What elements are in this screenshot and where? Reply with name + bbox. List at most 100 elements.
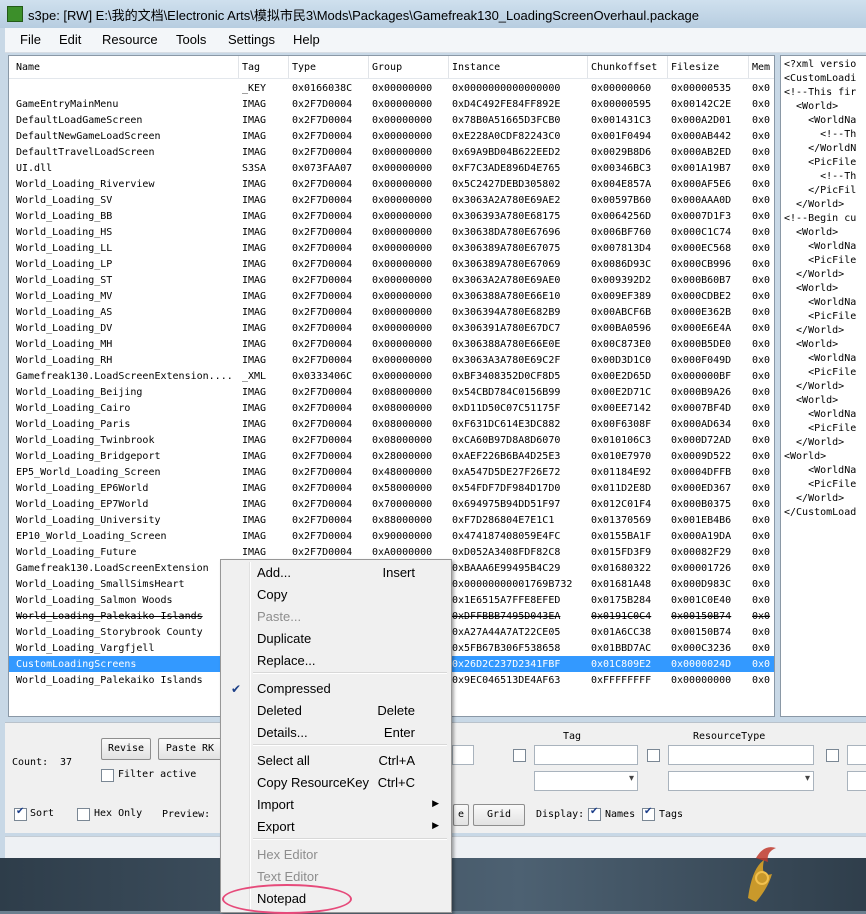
table-row[interactable]: DefaultNewGameLoadScreen IMAG 0x2F7D0004 0x… xyxy=(9,128,774,144)
table-row[interactable]: World_Loading_SV IMAG 0x2F7D0004 0x00000000… xyxy=(9,192,774,208)
table-row[interactable]: World_Loading_ST IMAG 0x2F7D0004 0x00000000… xyxy=(9,272,774,288)
table-row[interactable]: World_Loading_LL IMAG 0x2F7D0004 0x00000000… xyxy=(9,240,774,256)
menu-item-select-all[interactable]: Select all Ctrl+A xyxy=(223,750,449,772)
cell-group: 0x08000000 xyxy=(372,435,433,446)
cell-tag: _XML xyxy=(242,371,267,382)
display-tags-checkbox[interactable] xyxy=(642,806,655,821)
table-row[interactable]: World_Loading_EP6World IMAG 0x2F7D0004 0x58… xyxy=(9,480,774,496)
resource-type-filter-combo[interactable] xyxy=(668,771,814,791)
table-row[interactable]: World_Loading_Paris IMAG 0x2F7D0004 0x08000… xyxy=(9,416,774,432)
table-row[interactable]: World_Loading_LP IMAG 0x2F7D0004 0x00000000… xyxy=(9,256,774,272)
cell-filesize: 0x000A2D01 xyxy=(671,115,732,126)
set-filter-button[interactable]: e xyxy=(453,804,469,826)
table-row[interactable]: World_Loading_MV IMAG 0x2F7D0004 0x00000000… xyxy=(9,288,774,304)
table-row[interactable]: World_Loading_Riverview IMAG 0x2F7D0004 0x0… xyxy=(9,176,774,192)
sort-checkbox[interactable] xyxy=(14,806,27,821)
filter-active-checkbox[interactable] xyxy=(101,769,114,782)
menu-item-add[interactable]: Add... Insert xyxy=(223,562,449,584)
menu-item-replace[interactable]: Replace... xyxy=(223,650,449,672)
cell-name: DefaultLoadGameScreen xyxy=(16,115,143,126)
cell-group: 0x08000000 xyxy=(372,419,433,430)
menu-item-deleted[interactable]: Deleted Delete xyxy=(223,700,449,722)
tag-filter-checkbox[interactable] xyxy=(513,749,526,762)
cell-name: World_Loading_ST xyxy=(16,275,113,286)
table-row[interactable]: World_Loading_HS IMAG 0x2F7D0004 0x00000000… xyxy=(9,224,774,240)
cell-name: World_Loading_Twinbrook xyxy=(16,435,155,446)
resource-type-filter-field[interactable] xyxy=(668,745,814,765)
group-filter-field[interactable] xyxy=(847,745,866,765)
menu-item-duplicate[interactable]: Duplicate xyxy=(223,628,449,650)
table-row[interactable]: World_Loading_DV IMAG 0x2F7D0004 0x00000000… xyxy=(9,320,774,336)
table-row[interactable]: EP10_World_Loading_Screen IMAG 0x2F7D0004 0… xyxy=(9,528,774,544)
table-row[interactable]: _KEY 0x0166038C 0x00000000 0x00000000000000… xyxy=(9,80,774,96)
cell-group: 0x00000000 xyxy=(372,179,433,190)
table-row[interactable]: World_Loading_Bridgeport IMAG 0x2F7D0004 0x… xyxy=(9,448,774,464)
menu-help[interactable]: Help xyxy=(293,32,320,47)
cell-chunkoffset: 0x009EF389 xyxy=(591,291,652,302)
cell-name: World_Loading_Paris xyxy=(16,419,131,430)
menu-item-compressed[interactable]: ✔ Compressed xyxy=(223,678,449,700)
table-row[interactable]: World_Loading_AS IMAG 0x2F7D0004 0x00000000… xyxy=(9,304,774,320)
table-row[interactable]: DefaultTravelLoadScreen IMAG 0x2F7D0004 0x0… xyxy=(9,144,774,160)
column-header-name[interactable]: Name xyxy=(16,62,40,73)
cell-filesize: 0x000AF5E6 xyxy=(671,179,732,190)
cell-filesize: 0x000E6E4A xyxy=(671,323,732,334)
column-header-mem[interactable]: Mem xyxy=(752,62,770,73)
display-label: Display: xyxy=(536,809,585,820)
menu-settings[interactable]: Settings xyxy=(228,32,275,47)
cell-instance: 0x306388A780E66E10 xyxy=(452,291,561,302)
cell-type: 0x2F7D0004 xyxy=(292,259,353,270)
table-row[interactable]: World_Loading_BB IMAG 0x2F7D0004 0x00000000… xyxy=(9,208,774,224)
table-row[interactable]: World_Loading_Cairo IMAG 0x2F7D0004 0x08000… xyxy=(9,400,774,416)
revise-button[interactable]: Revise xyxy=(101,738,151,760)
xml-line: <WorldNa xyxy=(784,465,857,476)
column-header-chunkoffset[interactable]: Chunkoffset xyxy=(591,62,657,73)
menu-item-copy-resourcekey[interactable]: Copy ResourceKey Ctrl+C xyxy=(223,772,449,794)
cell-name: UI.dll xyxy=(16,163,53,174)
table-row[interactable]: World_Loading_University IMAG 0x2F7D0004 0x… xyxy=(9,512,774,528)
table-row[interactable]: GameEntryMainMenu IMAG 0x2F7D0004 0x0000000… xyxy=(9,96,774,112)
cell-tag: IMAG xyxy=(242,259,267,270)
column-header-type[interactable]: Type xyxy=(292,62,316,73)
cell-group: 0x00000000 xyxy=(372,131,433,142)
tag-filter-field[interactable] xyxy=(534,745,638,765)
tag-filter-combo[interactable] xyxy=(534,771,638,791)
xml-line: <!--Th xyxy=(784,171,857,182)
column-header-filesize[interactable]: Filesize xyxy=(671,62,719,73)
column-header-tag[interactable]: Tag xyxy=(242,62,260,73)
menu-item-copy[interactable]: Copy xyxy=(223,584,449,606)
menu-resource[interactable]: Resource xyxy=(102,32,158,47)
table-row[interactable]: World_Loading_Twinbrook IMAG 0x2F7D0004 0x0… xyxy=(9,432,774,448)
grid-button[interactable]: Grid xyxy=(473,804,525,826)
table-row[interactable]: EP5_World_Loading_Screen IMAG 0x2F7D0004 0x… xyxy=(9,464,774,480)
menu-file[interactable]: File xyxy=(20,32,41,47)
menu-item-details[interactable]: Details... Enter xyxy=(223,722,449,744)
xml-preview-panel[interactable]: <?xml versio <CustomLoadi <!--This fir <Wo… xyxy=(780,55,866,717)
table-row[interactable]: World_Loading_EP7World IMAG 0x2F7D0004 0x70… xyxy=(9,496,774,512)
table-row[interactable]: UI.dll S3SA 0x073FAA07 0x00000000 0xF7C3ADE8… xyxy=(9,160,774,176)
table-row[interactable]: Gamefreak130.LoadScreenExtension.... _XML… xyxy=(9,368,774,384)
hex-only-checkbox[interactable] xyxy=(77,808,90,821)
menu-item-export[interactable]: Export ▶ xyxy=(223,816,449,838)
menu-edit[interactable]: Edit xyxy=(59,32,81,47)
menu-item-import[interactable]: Import ▶ xyxy=(223,794,449,816)
cell-name: DefaultNewGameLoadScreen xyxy=(16,131,161,142)
cell-chunkoffset: 0x00E2D65D xyxy=(591,371,652,382)
resource-type-filter-checkbox[interactable] xyxy=(647,749,660,762)
table-row[interactable]: World_Loading_Future IMAG 0x2F7D0004 0xA000… xyxy=(9,544,774,560)
group-filter-combo[interactable] xyxy=(847,771,866,791)
paste-rk-button[interactable]: Paste RK xyxy=(158,738,222,760)
cell-instance: 0x5C2427DEBD305802 xyxy=(452,179,561,190)
column-header-group[interactable]: Group xyxy=(372,62,402,73)
filter-value-field-1[interactable] xyxy=(452,745,474,765)
cell-chunkoffset: 0x01BBD7AC xyxy=(591,643,652,654)
group-filter-checkbox[interactable] xyxy=(826,749,839,762)
table-row[interactable]: World_Loading_RH IMAG 0x2F7D0004 0x00000000… xyxy=(9,352,774,368)
display-names-checkbox[interactable] xyxy=(588,806,601,821)
menu-tools[interactable]: Tools xyxy=(176,32,206,47)
table-row[interactable]: World_Loading_Beijing IMAG 0x2F7D0004 0x080… xyxy=(9,384,774,400)
column-header-instance[interactable]: Instance xyxy=(452,62,500,73)
table-row[interactable]: DefaultLoadGameScreen IMAG 0x2F7D0004 0x000… xyxy=(9,112,774,128)
cell-chunkoffset: 0x01370569 xyxy=(591,515,652,526)
table-row[interactable]: World_Loading_MH IMAG 0x2F7D0004 0x00000000… xyxy=(9,336,774,352)
